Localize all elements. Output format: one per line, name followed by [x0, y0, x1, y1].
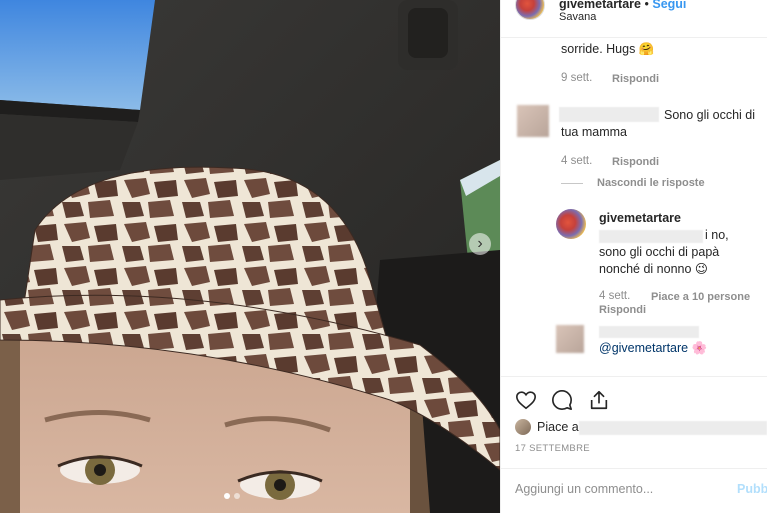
comment-3-username-redacted: [599, 326, 699, 338]
reply-likes-count[interactable]: Piace a 10 persone: [651, 291, 750, 303]
comment-2-reply-button[interactable]: Rispondi: [612, 156, 659, 168]
comment-1-text: sorride. Hugs 🤗: [561, 42, 655, 56]
comment-2-time[interactable]: 4 sett.: [561, 155, 592, 167]
author-username[interactable]: givemetartare: [559, 0, 641, 11]
post-panel: givemetartare • Segui Savana sorride. Hu…: [500, 0, 767, 513]
selfie-image: [0, 0, 500, 513]
share-icon: [590, 390, 608, 410]
reply-text: i no, sono gli occhi di papà nonché di n…: [599, 228, 729, 276]
carousel-next-button[interactable]: ›: [469, 233, 491, 255]
carousel-dot-active: [224, 493, 230, 499]
author-avatar[interactable]: [515, 0, 545, 20]
likes-row[interactable]: Piace a: [515, 417, 579, 437]
reply-time[interactable]: 4 sett.: [599, 290, 630, 302]
comment-3-text: @givemetartare 🌸: [599, 340, 707, 357]
share-button[interactable]: [587, 388, 611, 412]
comment-2-text: Sono gli occhi di tua mamma: [561, 108, 756, 139]
comment-3-mention[interactable]: @givemetartare: [599, 341, 688, 355]
comments-list[interactable]: sorride. Hugs 🤗 9 sett. Rispondi Sono gl…: [501, 38, 767, 376]
heart-icon: [516, 391, 536, 410]
comment-1-reply-button[interactable]: Rispondi: [612, 73, 659, 85]
hide-replies-line: [561, 183, 583, 184]
comment-3-emoji: 🌸: [691, 341, 708, 355]
hide-replies-button[interactable]: Nascondi le risposte: [597, 177, 705, 189]
reply-username[interactable]: givemetartare: [599, 210, 681, 227]
post-header: givemetartare • Segui Savana: [501, 0, 767, 38]
reply-reply-button[interactable]: Rispondi: [599, 304, 646, 316]
comment-input[interactable]: Aggiungi un commento...: [515, 482, 653, 496]
likes-names-redacted: [579, 421, 767, 435]
separator-dot: •: [644, 0, 649, 11]
comment-1-time[interactable]: 9 sett.: [561, 72, 592, 84]
follow-button[interactable]: Segui: [652, 0, 686, 11]
post-location[interactable]: Savana: [559, 11, 596, 23]
publish-button[interactable]: Pubb: [737, 482, 767, 496]
liker-avatar: [515, 419, 531, 435]
post-actions: Piace a 17 SETTEMBRE: [501, 376, 767, 481]
comment-composer: Aggiungi un commento... Pubb: [501, 468, 767, 513]
post-date[interactable]: 17 SETTEMBRE: [515, 443, 590, 454]
comment-button[interactable]: [550, 388, 574, 412]
chevron-right-icon: ›: [477, 235, 483, 252]
reply-author-avatar[interactable]: [556, 209, 586, 239]
post-photo[interactable]: ›: [0, 0, 500, 513]
author-line: givemetartare • Segui: [559, 0, 686, 11]
comment-3-avatar[interactable]: [556, 325, 584, 353]
comment-icon: [552, 390, 572, 410]
like-button[interactable]: [514, 388, 538, 412]
carousel-dots: [224, 493, 240, 499]
carousel-dot: [234, 493, 240, 499]
comment-2-avatar[interactable]: [517, 105, 549, 137]
likes-prefix: Piace a: [537, 420, 579, 434]
